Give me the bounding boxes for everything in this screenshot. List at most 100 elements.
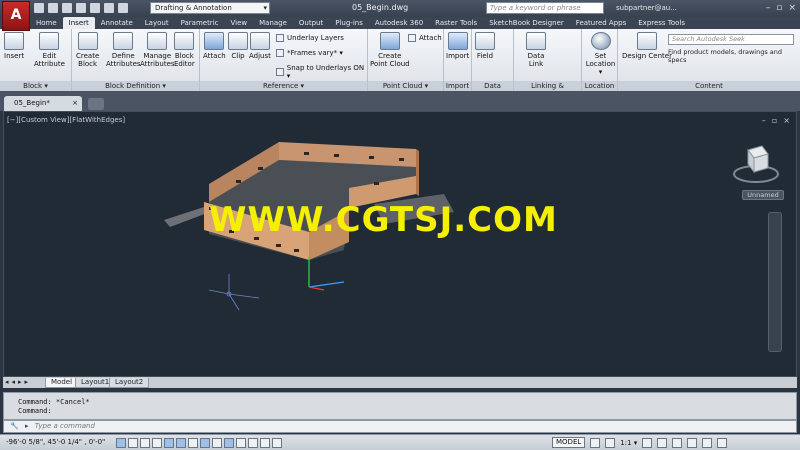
maximize-icon[interactable]: ▫ [776, 3, 782, 13]
save-icon[interactable] [62, 3, 72, 13]
tab-featured-apps[interactable]: Featured Apps [570, 17, 632, 29]
navigation-bar[interactable] [768, 212, 782, 352]
grid-toggle[interactable] [140, 438, 150, 448]
save-as-icon[interactable] [76, 3, 86, 13]
snap-to-underlays-dropdown[interactable]: Snap to Underlays ON ▾ [276, 64, 367, 80]
tab-layout2[interactable]: Layout2 [109, 378, 150, 388]
create-block-button[interactable]: Create Block [76, 32, 99, 68]
point-cloud-attach-button[interactable]: Attach [408, 34, 442, 42]
new-drawing-tab-button[interactable] [88, 98, 104, 110]
isolate-objects-icon[interactable] [702, 437, 713, 448]
attach-button[interactable]: Attach [203, 32, 226, 60]
first-layout-icon[interactable]: ◂ [5, 378, 9, 386]
print-icon[interactable] [90, 3, 100, 13]
clean-screen-icon[interactable] [717, 437, 728, 448]
ortho-toggle[interactable] [152, 438, 162, 448]
reference-panel-title[interactable]: Reference ▾ [200, 81, 367, 91]
viewcube[interactable] [730, 134, 782, 194]
coordinates-readout[interactable]: -96'-0 5/8", 45'-0 1/4" , 0'-0" [6, 438, 105, 446]
tab-plug-ins[interactable]: Plug-ins [329, 17, 369, 29]
dyn-toggle[interactable] [224, 438, 234, 448]
manage-attributes-button[interactable]: Manage Attributes [140, 32, 175, 68]
quick-view-drawings-icon[interactable] [605, 437, 616, 448]
frames-vary-dropdown[interactable]: *Frames vary* ▾ [276, 49, 343, 57]
quick-properties-toggle[interactable] [260, 438, 270, 448]
redo-icon[interactable] [118, 3, 128, 13]
underlay-layers-button[interactable]: Underlay Layers [276, 34, 344, 42]
tab-output[interactable]: Output [293, 17, 329, 29]
infer-constraints-toggle[interactable] [116, 438, 126, 448]
open-icon[interactable] [48, 3, 58, 13]
minimize-icon[interactable]: – [766, 3, 771, 13]
command-input[interactable]: 🔧 ▸ Type a command [3, 420, 797, 433]
import-button[interactable]: Import [446, 32, 469, 60]
quick-view-layouts-icon[interactable] [590, 437, 601, 448]
tab-layout[interactable]: Layout [139, 17, 175, 29]
edit-attribute-button[interactable]: Edit Attribute [34, 32, 65, 68]
annotation-visibility-icon[interactable] [642, 437, 653, 448]
tab-parametric[interactable]: Parametric [175, 17, 225, 29]
undo-icon[interactable] [104, 3, 114, 13]
3d-osnap-toggle[interactable] [188, 438, 198, 448]
insert-button[interactable]: Insert [4, 32, 24, 60]
selection-cycling-toggle[interactable] [272, 438, 282, 448]
snap-toggle[interactable] [128, 438, 138, 448]
attach-label: Attach [203, 52, 226, 60]
wall-right-edge [416, 149, 419, 196]
tab-view[interactable]: View [224, 17, 253, 29]
create-point-cloud-label-1: Create [378, 52, 402, 60]
polar-toggle[interactable] [164, 438, 174, 448]
last-layout-icon[interactable]: ▸ [25, 378, 29, 386]
close-icon[interactable]: × [788, 3, 796, 13]
clip-button[interactable]: Clip [228, 32, 248, 60]
design-center-button[interactable]: Design Center [622, 32, 672, 60]
application-menu-button[interactable]: A [2, 1, 30, 31]
tab-sketchbook-designer[interactable]: SketchBook Designer [483, 17, 570, 29]
lineweight-toggle[interactable] [236, 438, 246, 448]
data-link-button[interactable]: Data Link [526, 32, 546, 68]
file-tab-05-begin[interactable]: 05_Begin* × [4, 96, 82, 111]
transparency-toggle[interactable] [248, 438, 258, 448]
prev-layout-icon[interactable]: ◂ [12, 378, 16, 386]
help-search-input[interactable]: Type a keyword or phrase [486, 2, 604, 14]
ucs-toggle[interactable] [212, 438, 222, 448]
create-point-cloud-button[interactable]: Create Point Cloud [370, 32, 410, 68]
block-editor-button[interactable]: Block Editor [174, 32, 195, 68]
field-button[interactable]: Field [475, 32, 495, 60]
autodesk-seek-search-input[interactable]: Search Autodesk Seek [668, 34, 794, 45]
osnap-toggle[interactable] [176, 438, 186, 448]
adjust-button[interactable]: Adjust [249, 32, 271, 60]
lock-icon[interactable] [672, 437, 683, 448]
tab-annotate[interactable]: Annotate [95, 17, 139, 29]
hardware-acceleration-icon[interactable] [687, 437, 698, 448]
workspace-switching-icon[interactable] [657, 437, 668, 448]
next-layout-icon[interactable]: ▸ [18, 378, 22, 386]
point-cloud-panel-title[interactable]: Point Cloud ▾ [368, 81, 443, 91]
block-panel-title[interactable]: Block ▾ [0, 81, 71, 91]
view-named-dropdown[interactable]: Unnamed [742, 190, 784, 200]
adjust-label: Adjust [249, 52, 271, 60]
workspace-dropdown[interactable]: Drafting & Annotation ▾ [150, 2, 270, 14]
otrack-toggle[interactable] [200, 438, 210, 448]
import-label: Import [446, 52, 470, 60]
tab-raster-tools[interactable]: Raster Tools [429, 17, 483, 29]
annotation-scale[interactable]: 1:1 ▾ [620, 439, 637, 447]
tab-home[interactable]: Home [30, 17, 63, 29]
underlay-layers-label: Underlay Layers [287, 34, 344, 42]
tab-insert[interactable]: Insert [62, 17, 95, 29]
tab-manage[interactable]: Manage [253, 17, 293, 29]
drawing-viewport[interactable]: [−][Custom View][FlatWithEdges] – ▫ × WW… [3, 111, 797, 377]
set-location-button[interactable]: Set Location ▾ [584, 32, 617, 76]
tab-model[interactable]: Model [45, 378, 79, 388]
new-icon[interactable] [34, 3, 44, 13]
tab-autodesk-360[interactable]: Autodesk 360 [369, 17, 429, 29]
user-account[interactable]: subpartner@au... [616, 4, 677, 12]
model-space-button[interactable]: MODEL [552, 437, 586, 448]
window-controls: – ▫ × [766, 3, 796, 13]
tab-express-tools[interactable]: Express Tools [632, 17, 691, 29]
block-editor-label-1: Block [174, 52, 194, 60]
close-icon[interactable]: × [72, 96, 78, 110]
block-definition-panel-title[interactable]: Block Definition ▾ [72, 81, 199, 91]
define-attributes-button[interactable]: Define Attributes [106, 32, 141, 68]
wrench-icon[interactable]: 🔧 [10, 422, 19, 430]
